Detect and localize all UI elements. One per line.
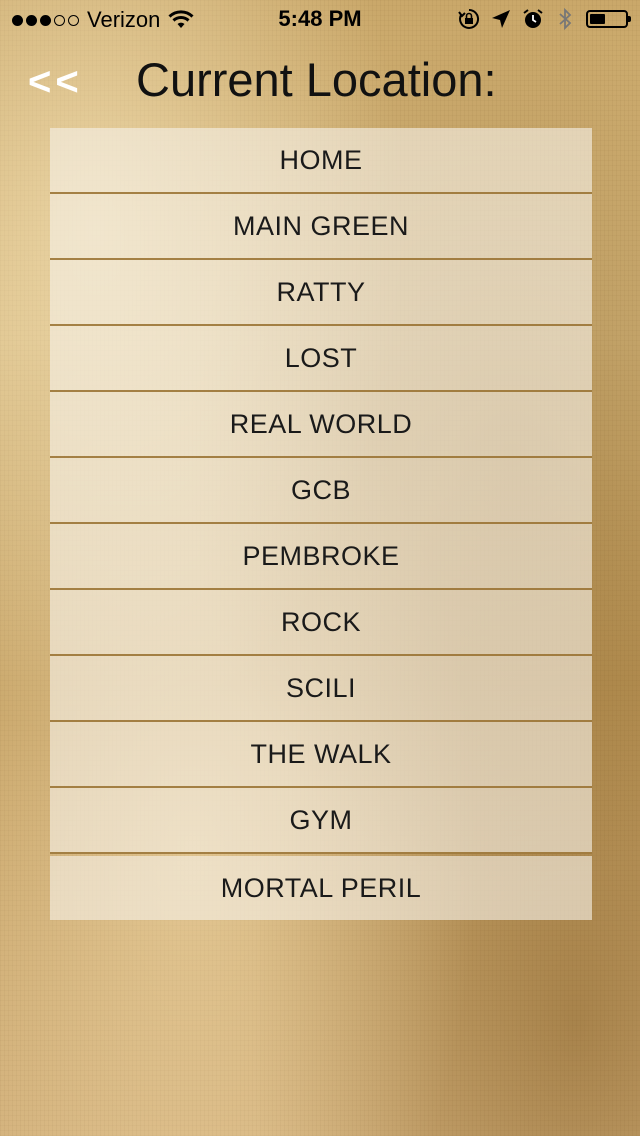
signal-dot: [54, 14, 65, 26]
bluetooth-icon: [559, 8, 572, 30]
alarm-icon: [523, 9, 543, 28]
location-item-gcb[interactable]: GCB: [50, 458, 592, 524]
location-list: HOME MAIN GREEN RATTY LOST REAL WORLD GC…: [50, 128, 592, 920]
location-item-the-walk[interactable]: THE WALK: [50, 722, 592, 788]
location-item-pembroke[interactable]: PEMBROKE: [50, 524, 592, 590]
back-button[interactable]: <<: [28, 58, 92, 106]
location-item-lost[interactable]: LOST: [50, 326, 592, 392]
location-item-home[interactable]: HOME: [50, 128, 592, 194]
location-item-rock[interactable]: ROCK: [50, 590, 592, 656]
battery-icon: [586, 10, 631, 28]
status-bar: Verizon 5:48 PM: [0, 0, 640, 40]
location-item-mortal-peril[interactable]: MORTAL PERIL: [50, 856, 592, 920]
location-item-real-world[interactable]: REAL WORLD: [50, 392, 592, 458]
location-item-main-green[interactable]: MAIN GREEN: [50, 194, 592, 260]
battery-level: [590, 14, 605, 24]
page-title: Current Location:: [136, 53, 497, 106]
status-left: Verizon: [12, 7, 194, 33]
signal-dot: [26, 14, 37, 26]
signal-strength-icon: [12, 14, 79, 26]
wifi-icon: [168, 10, 194, 28]
carrier-name: Verizon: [87, 7, 161, 32]
status-right: [458, 8, 631, 30]
signal-dot: [40, 14, 51, 26]
location-arrow-icon: [492, 10, 510, 28]
signal-dot: [12, 14, 23, 26]
location-item-ratty[interactable]: RATTY: [50, 260, 592, 326]
orientation-lock-icon: [458, 8, 480, 29]
location-item-scili[interactable]: SCILI: [50, 656, 592, 722]
signal-dot: [68, 14, 79, 26]
location-item-gym[interactable]: GYM: [50, 788, 592, 854]
